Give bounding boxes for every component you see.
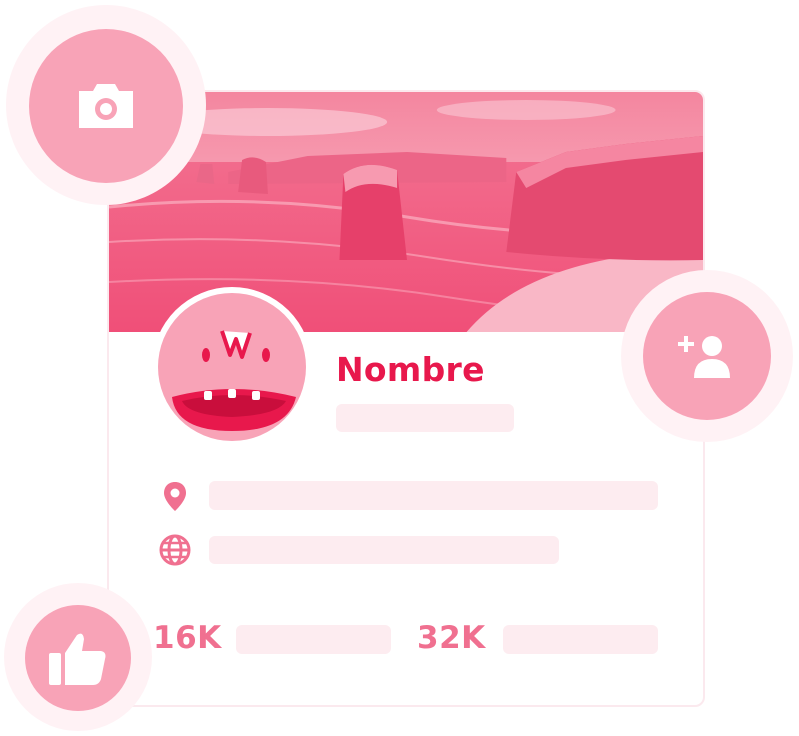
camera-icon bbox=[79, 84, 133, 128]
profile-name: Nombre bbox=[336, 350, 485, 389]
camera-button[interactable] bbox=[29, 29, 183, 183]
add-user-button[interactable] bbox=[643, 292, 771, 420]
like-button[interactable] bbox=[25, 605, 131, 711]
stat-label-placeholder-second bbox=[503, 625, 658, 654]
stat-value-first: 16K bbox=[153, 620, 222, 656]
stat-label-placeholder-first bbox=[236, 625, 391, 654]
thumbs-up-icon bbox=[49, 633, 106, 685]
avatar[interactable] bbox=[158, 293, 306, 441]
stat-value-second: 32K bbox=[417, 620, 486, 656]
subtitle-placeholder bbox=[336, 404, 514, 432]
website-placeholder bbox=[209, 536, 559, 564]
monster-face-icon bbox=[172, 330, 296, 431]
profile-illustration: Nombre 16K 32K bbox=[0, 0, 799, 736]
location-pin-icon bbox=[164, 482, 186, 511]
avatar-frame bbox=[152, 287, 312, 447]
add-user-icon bbox=[678, 336, 730, 378]
location-placeholder bbox=[209, 481, 658, 510]
globe-icon bbox=[159, 534, 191, 566]
